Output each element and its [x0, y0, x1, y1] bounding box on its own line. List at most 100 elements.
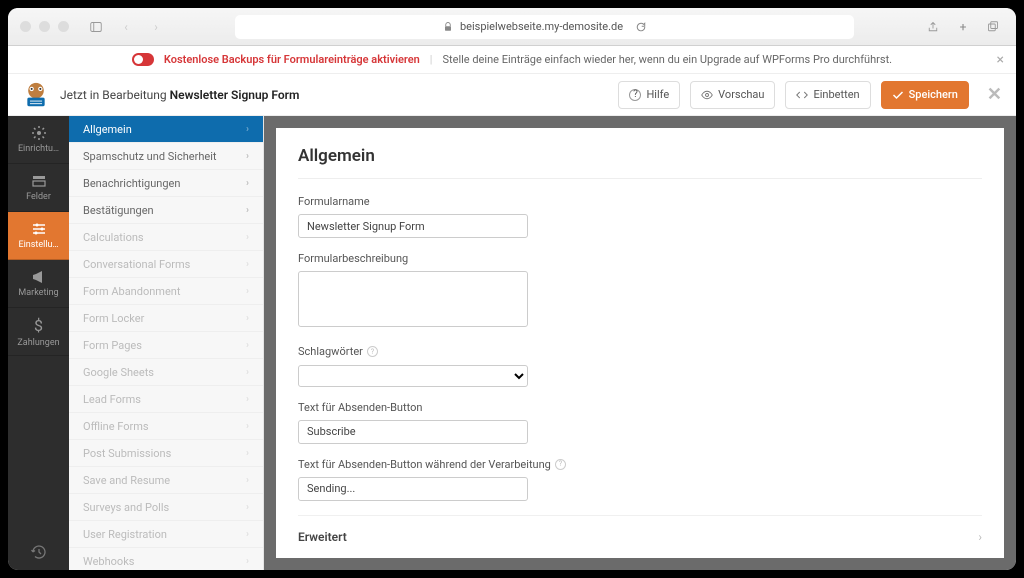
chevron-right-icon: › — [246, 259, 249, 270]
browser-toolbar: ‹ › beispielwebseite.my-demosite.de + — [8, 8, 1016, 46]
check-icon — [892, 89, 904, 101]
help-button[interactable]: ? Hilfe — [618, 81, 680, 109]
sidebar-item-google-sheets[interactable]: Google Sheets› — [69, 359, 263, 386]
sidebar-item-spamschutz-und-sicherheit[interactable]: Spamschutz und Sicherheit › — [69, 143, 263, 170]
eye-icon — [701, 89, 713, 101]
chevron-right-icon: › — [978, 530, 982, 544]
chevron-right-icon: › — [246, 529, 249, 540]
embed-button[interactable]: Einbetten — [785, 81, 870, 109]
sidebar-item-offline-forms[interactable]: Offline Forms› — [69, 413, 263, 440]
chevron-right-icon: › — [246, 151, 249, 162]
new-tab-icon[interactable]: + — [952, 17, 974, 37]
advanced-toggle[interactable]: Erweitert › — [298, 515, 982, 550]
chevron-right-icon: › — [246, 286, 249, 297]
sidebar-item-conversational-forms[interactable]: Conversational Forms › — [69, 251, 263, 278]
sidebar-item-webhooks[interactable]: Webhooks› — [69, 548, 263, 570]
sidebar-item-label: Spamschutz und Sicherheit — [83, 150, 217, 163]
url-text: beispielwebseite.my-demosite.de — [460, 20, 623, 33]
sidebar-item-label: User Registration — [83, 528, 167, 541]
share-icon[interactable] — [922, 17, 944, 37]
sidebar-item-label: Webhooks — [83, 555, 134, 568]
sidebar-item-form-pages[interactable]: Form Pages › — [69, 332, 263, 359]
sidebar-item-label: Post Submissions — [83, 447, 171, 460]
sidebar-item-form-abandonment[interactable]: Form Abandonment › — [69, 278, 263, 305]
submit-text-input[interactable] — [298, 420, 528, 444]
help-icon: ? — [629, 89, 641, 101]
header-title: Jetzt in Bearbeitung Newsletter Signup F… — [60, 88, 299, 102]
promo-text: Stelle deine Einträge einfach wieder her… — [442, 53, 892, 66]
rail-marketing[interactable]: Marketing — [8, 260, 69, 308]
rail-setup[interactable]: Einrichtu… — [8, 116, 69, 164]
dollar-icon: $ — [34, 316, 43, 335]
sidebar-item-label: Conversational Forms — [83, 258, 190, 271]
sidebar-item-bestätigungen[interactable]: Bestätigungen› — [69, 197, 263, 224]
tags-label: Schlagwörter — [298, 345, 363, 358]
chevron-right-icon: › — [246, 502, 249, 513]
sidebar-item-label: Form Abandonment — [83, 285, 180, 298]
chevron-right-icon: › — [246, 394, 249, 405]
window-controls — [20, 21, 69, 32]
chevron-right-icon: › — [246, 448, 249, 459]
tabs-icon[interactable] — [982, 17, 1004, 37]
code-icon — [796, 89, 808, 101]
sidebar-item-label: Surveys and Polls — [83, 501, 169, 514]
sidebar-item-user-registration[interactable]: User Registration › — [69, 521, 263, 548]
sidebar-item-label: Offline Forms — [83, 420, 149, 433]
settings-sidebar: Allgemein›Spamschutz und Sicherheit›Bena… — [69, 116, 264, 570]
chevron-right-icon: › — [246, 232, 249, 243]
close-builder-icon[interactable]: ✕ — [987, 84, 1002, 105]
chevron-right-icon: › — [246, 124, 249, 135]
builder-rail: Einrichtu… Felder Einstellu… Marketing $… — [8, 116, 69, 570]
sidebar-item-label: Benachrichtigungen — [83, 177, 180, 190]
maximize-window-icon[interactable] — [58, 21, 69, 32]
form-name-input[interactable] — [298, 214, 528, 238]
settings-panel: Allgemein Formularname Formularbeschreib… — [276, 128, 1004, 558]
sidebar-item-save-and-resume[interactable]: Save and Resume› — [69, 467, 263, 494]
tags-select[interactable] — [298, 365, 528, 387]
sidebar-item-calculations[interactable]: Calculations› — [69, 224, 263, 251]
chevron-right-icon: › — [246, 178, 249, 189]
browser-window: ‹ › beispielwebseite.my-demosite.de + Ko… — [8, 8, 1016, 570]
save-button[interactable]: Speichern — [881, 81, 969, 109]
promo-toggle[interactable] — [132, 53, 154, 66]
sidebar-item-allgemein[interactable]: Allgemein › — [69, 116, 263, 143]
back-button[interactable]: ‹ — [115, 17, 137, 37]
submit-text-label: Text für Absenden-Button — [298, 401, 982, 414]
rail-history[interactable] — [8, 534, 69, 570]
rail-fields[interactable]: Felder — [8, 164, 69, 212]
submit-processing-input[interactable] — [298, 477, 528, 501]
sidebar-toggle-icon[interactable] — [85, 17, 107, 37]
sidebar-item-post-submissions[interactable]: Post Submissions › — [69, 440, 263, 467]
chevron-right-icon: › — [246, 205, 249, 216]
help-icon[interactable]: ? — [555, 459, 566, 470]
preview-button[interactable]: Vorschau — [690, 81, 775, 109]
form-desc-label: Formularbeschreibung — [298, 252, 982, 265]
chevron-right-icon: › — [246, 313, 249, 324]
sidebar-item-label: Allgemein — [83, 123, 132, 136]
forward-button[interactable]: › — [145, 17, 167, 37]
close-window-icon[interactable] — [20, 21, 31, 32]
wpforms-logo — [22, 82, 50, 108]
promo-close-icon[interactable]: × — [997, 52, 1004, 68]
sidebar-item-benachrichtigungen[interactable]: Benachrichtigungen › — [69, 170, 263, 197]
megaphone-icon — [31, 269, 47, 285]
rail-payments[interactable]: $ Zahlungen — [8, 308, 69, 356]
sidebar-item-surveys-and-polls[interactable]: Surveys and Polls › — [69, 494, 263, 521]
promo-banner: Kostenlose Backups für Formulareinträge … — [8, 46, 1016, 74]
app-header: Jetzt in Bearbeitung Newsletter Signup F… — [8, 74, 1016, 116]
rail-settings[interactable]: Einstellu… — [8, 212, 69, 260]
sidebar-item-label: Form Pages — [83, 339, 142, 352]
help-icon[interactable]: ? — [367, 346, 378, 357]
panel-title: Allgemein — [298, 146, 982, 179]
sidebar-item-label: Lead Forms — [83, 393, 141, 406]
sidebar-item-form-locker[interactable]: Form Locker › — [69, 305, 263, 332]
chevron-right-icon: › — [246, 340, 249, 351]
gear-icon — [31, 125, 47, 141]
minimize-window-icon[interactable] — [39, 21, 50, 32]
url-bar[interactable]: beispielwebseite.my-demosite.de — [235, 15, 854, 39]
sidebar-item-lead-forms[interactable]: Lead Forms › — [69, 386, 263, 413]
promo-title: Kostenlose Backups für Formulareinträge … — [164, 53, 420, 66]
refresh-icon[interactable] — [635, 21, 647, 33]
form-desc-input[interactable] — [298, 271, 528, 327]
sidebar-item-label: Form Locker — [83, 312, 144, 325]
